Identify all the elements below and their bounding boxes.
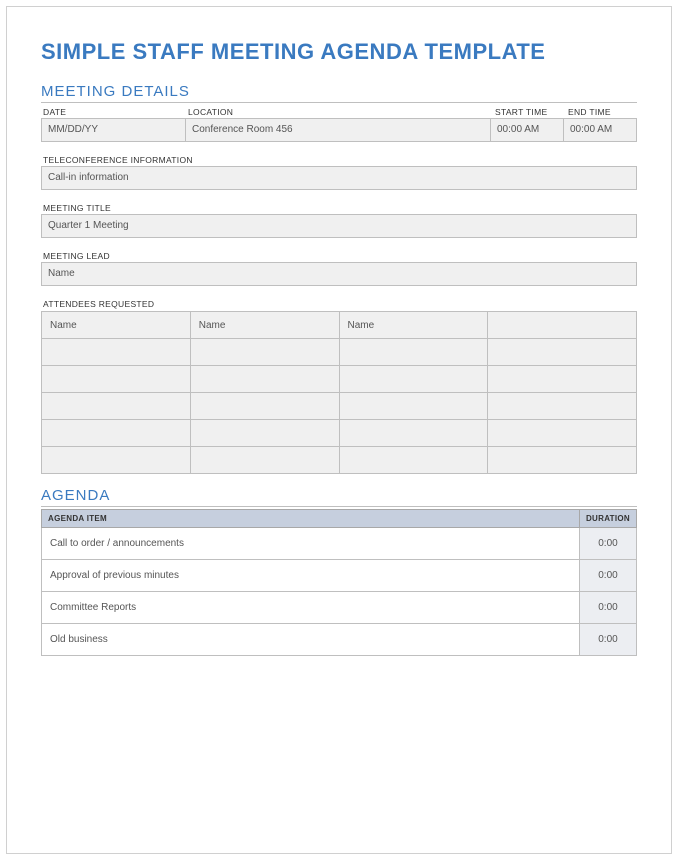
attendee-cell[interactable] <box>488 312 637 339</box>
teleconference-label: TELECONFERENCE INFORMATION <box>41 153 637 166</box>
attendee-cell[interactable] <box>42 366 191 393</box>
start-time-label: START TIME <box>491 105 564 118</box>
attendee-cell[interactable] <box>42 393 191 420</box>
meeting-lead-value[interactable]: Name <box>41 262 637 286</box>
table-row <box>42 366 637 393</box>
date-value[interactable]: MM/DD/YY <box>41 118 186 142</box>
teleconference-value[interactable]: Call-in information <box>41 166 637 190</box>
table-row: Approval of previous minutes0:00 <box>42 560 637 592</box>
table-row <box>42 339 637 366</box>
agenda-item-cell[interactable]: Approval of previous minutes <box>42 560 580 592</box>
attendee-cell[interactable] <box>190 339 339 366</box>
meeting-title-label: MEETING TITLE <box>41 201 637 214</box>
agenda-item-cell[interactable]: Old business <box>42 624 580 656</box>
agenda-header-item: AGENDA ITEM <box>42 510 580 528</box>
attendee-cell[interactable] <box>190 366 339 393</box>
attendee-cell[interactable] <box>488 420 637 447</box>
section-meeting-details: MEETING DETAILS <box>41 83 637 103</box>
attendee-cell[interactable] <box>488 366 637 393</box>
attendees-label: ATTENDEES REQUESTED <box>41 297 637 310</box>
location-value[interactable]: Conference Room 456 <box>186 118 491 142</box>
table-row: Call to order / announcements0:00 <box>42 528 637 560</box>
date-label: DATE <box>41 105 186 118</box>
agenda-duration-cell[interactable]: 0:00 <box>579 528 636 560</box>
section-agenda: AGENDA <box>41 487 637 507</box>
attendee-cell[interactable] <box>488 447 637 474</box>
document-page: SIMPLE STAFF MEETING AGENDA TEMPLATE MEE… <box>6 6 672 854</box>
attendees-table: NameNameName <box>41 311 637 474</box>
attendee-cell[interactable]: Name <box>42 312 191 339</box>
details-row: DATE MM/DD/YY LOCATION Conference Room 4… <box>41 105 637 142</box>
attendee-cell[interactable] <box>190 420 339 447</box>
attendee-cell[interactable] <box>42 339 191 366</box>
end-time-value[interactable]: 00:00 AM <box>564 118 637 142</box>
attendee-cell[interactable] <box>339 393 488 420</box>
agenda-item-cell[interactable]: Call to order / announcements <box>42 528 580 560</box>
meeting-lead-label: MEETING LEAD <box>41 249 637 262</box>
attendee-cell[interactable] <box>190 447 339 474</box>
agenda-header-duration: DURATION <box>579 510 636 528</box>
location-label: LOCATION <box>186 105 491 118</box>
attendee-cell[interactable]: Name <box>339 312 488 339</box>
attendee-cell[interactable] <box>339 339 488 366</box>
table-row: Committee Reports0:00 <box>42 592 637 624</box>
start-time-value[interactable]: 00:00 AM <box>491 118 564 142</box>
table-row <box>42 393 637 420</box>
agenda-duration-cell[interactable]: 0:00 <box>579 560 636 592</box>
attendee-cell[interactable] <box>42 420 191 447</box>
table-row <box>42 447 637 474</box>
attendee-cell[interactable]: Name <box>190 312 339 339</box>
table-row: Old business0:00 <box>42 624 637 656</box>
attendee-cell[interactable] <box>488 393 637 420</box>
agenda-table: AGENDA ITEM DURATION Call to order / ann… <box>41 509 637 656</box>
table-row: NameNameName <box>42 312 637 339</box>
attendee-cell[interactable] <box>42 447 191 474</box>
meeting-title-value[interactable]: Quarter 1 Meeting <box>41 214 637 238</box>
attendee-cell[interactable] <box>339 420 488 447</box>
end-time-label: END TIME <box>564 105 637 118</box>
attendee-cell[interactable] <box>339 366 488 393</box>
agenda-item-cell[interactable]: Committee Reports <box>42 592 580 624</box>
attendee-cell[interactable] <box>190 393 339 420</box>
attendee-cell[interactable] <box>339 447 488 474</box>
table-row <box>42 420 637 447</box>
attendee-cell[interactable] <box>488 339 637 366</box>
document-title: SIMPLE STAFF MEETING AGENDA TEMPLATE <box>41 39 637 65</box>
agenda-duration-cell[interactable]: 0:00 <box>579 592 636 624</box>
agenda-duration-cell[interactable]: 0:00 <box>579 624 636 656</box>
